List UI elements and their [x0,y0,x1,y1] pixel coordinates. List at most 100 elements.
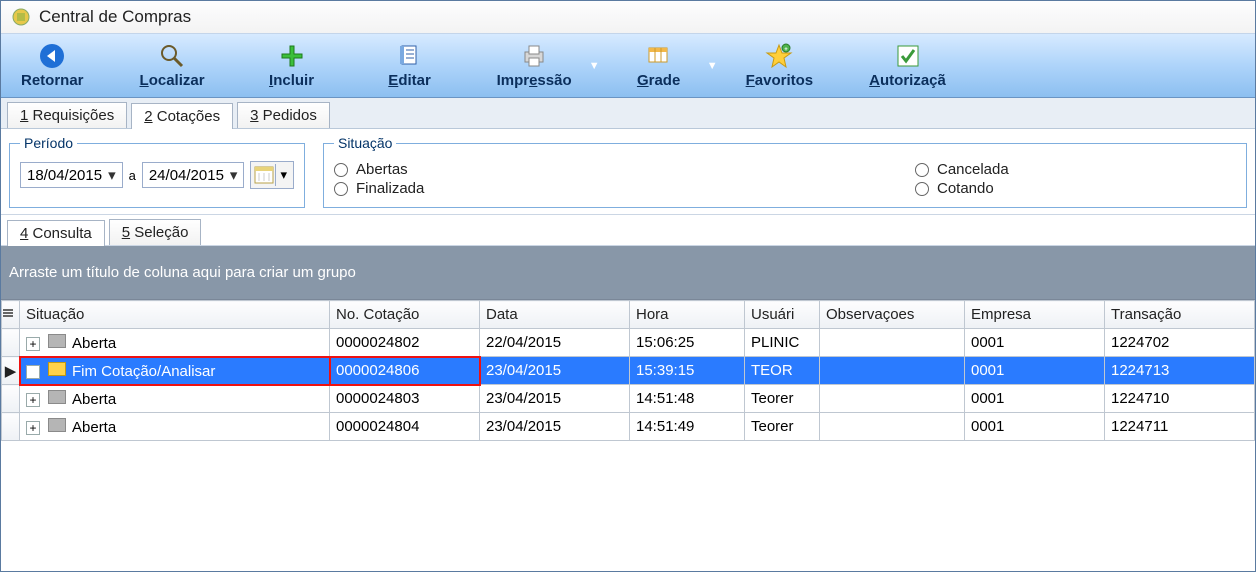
group-drop-area[interactable]: Arraste um título de coluna aqui para cr… [1,246,1255,300]
plus-icon [278,42,306,70]
radio-cancelada-label: Cancelada [937,161,1009,178]
incluir-button[interactable]: Incluir [247,38,337,93]
radio-finalizada[interactable]: Finalizada [334,180,655,197]
cell-transacao: 1224710 [1105,385,1255,413]
cell-hora: 15:39:15 [630,357,745,385]
row-indicator [2,385,20,413]
main-toolbar: Retornar Localizar Incluir Editar Impres… [1,33,1255,98]
date-to-input[interactable]: 24/04/2015 ▾ [142,162,245,188]
cell-empresa: 0001 [965,329,1105,357]
cell-transacao: 1224713 [1105,357,1255,385]
cell-no: 0000024804 [330,413,480,441]
cell-usuario: TEOR [745,357,820,385]
autorizacao-button[interactable]: Autorizaçã [855,38,960,93]
row-indicator [2,413,20,441]
expand-icon[interactable]: + [26,393,40,407]
autorizacao-label: Autorizaçã [869,72,946,89]
date-from-input[interactable]: 18/04/2015 ▾ [20,162,123,188]
cell-usuario: PLINIC [745,329,820,357]
table-row[interactable]: +Aberta000002480222/04/201515:06:25PLINI… [2,329,1255,357]
grid-icon [645,42,673,70]
editar-label: Editar [388,72,431,89]
group-hint-text: Arraste um título de coluna aqui para cr… [9,264,356,281]
dropdown-caret-icon[interactable]: ▾ [230,166,238,184]
dropdown-caret-icon[interactable]: ▼ [707,60,718,72]
tab-cotacoes[interactable]: 2 Cotações [131,103,233,129]
svg-text:+: + [785,47,789,53]
cell-data: 23/04/2015 [480,357,630,385]
cell-obs [820,357,965,385]
table-row[interactable]: ▶+Fim Cotação/Analisar000002480623/04/20… [2,357,1255,385]
situacao-fieldset: Situação Abertas Cancelada Finalizada Co… [323,135,1247,208]
table-row[interactable]: +Aberta000002480323/04/201514:51:48Teore… [2,385,1255,413]
radio-abertas[interactable]: Abertas [334,161,655,178]
dropdown-caret-icon[interactable]: ▼ [589,60,600,72]
retornar-button[interactable]: Retornar [7,38,98,93]
col-hora[interactable]: Hora [630,301,745,329]
folder-icon [48,418,66,432]
expand-icon[interactable]: + [26,337,40,351]
cell-hora: 14:51:48 [630,385,745,413]
grade-label: Grade [637,72,680,89]
radio-icon [334,182,348,196]
cell-hora: 15:06:25 [630,329,745,357]
radio-icon [915,182,929,196]
col-usuario[interactable]: Usuári [745,301,820,329]
cell-situacao: + Aberta [20,413,330,441]
tab-consulta[interactable]: 4 Consulta [7,220,105,246]
radio-icon [334,163,348,177]
cell-empresa: 0001 [965,357,1105,385]
tab-pedidos[interactable]: 3 Pedidos [237,102,330,128]
cell-empresa: 0001 [965,413,1105,441]
grid-header-row: Situação No. Cotação Data Hora Usuári Ob… [2,301,1255,329]
col-obs[interactable]: Observaçoes [820,301,965,329]
incluir-label: Incluir [269,72,314,89]
cell-situacao: +Aberta [20,329,330,357]
col-situacao[interactable]: Situação [20,301,330,329]
radio-cotando-label: Cotando [937,180,994,197]
tab-requisicoes[interactable]: 1 Requisições [7,102,127,128]
cell-transacao: 1224711 [1105,413,1255,441]
back-arrow-icon [38,42,66,70]
situacao-text: Fim Cotação/Analisar [72,363,215,380]
cell-hora: 14:51:49 [630,413,745,441]
impressao-button[interactable]: Impressão ▼ [483,38,586,93]
radio-cancelada[interactable]: Cancelada [915,161,1236,178]
favoritos-label: Favoritos [746,72,814,89]
main-tabs: 1 Requisições 2 Cotações 3 Pedidos [1,98,1255,128]
col-transacao[interactable]: Transação [1105,301,1255,329]
col-data[interactable]: Data [480,301,630,329]
sub-tabs: 4 Consulta 5 Seleção [1,214,1255,246]
col-no[interactable]: No. Cotação [330,301,480,329]
dropdown-caret-icon[interactable]: ▾ [108,166,116,184]
situacao-text: Aberta [72,419,116,436]
impressao-label: Impressão [497,72,572,89]
cell-obs [820,413,965,441]
tab-selecao[interactable]: 5 Seleção [109,219,202,245]
editar-button[interactable]: Editar [365,38,455,93]
retornar-label: Retornar [21,72,84,89]
localizar-button[interactable]: Localizar [126,38,219,93]
calendar-icon [253,164,275,186]
cell-no: 0000024806 [330,357,480,385]
check-icon [894,42,922,70]
edit-icon [396,42,424,70]
radio-cotando[interactable]: Cotando [915,180,1236,197]
calendar-button[interactable]: ▾ [250,161,294,189]
cell-data: 22/04/2015 [480,329,630,357]
date-from-value: 18/04/2015 [27,167,102,184]
date-to-value: 24/04/2015 [149,167,224,184]
cell-obs [820,329,965,357]
cell-no: 0000024802 [330,329,480,357]
expand-icon[interactable]: + [26,421,40,435]
table-row[interactable]: +Aberta000002480423/04/201514:51:49Teore… [2,413,1255,441]
results-grid: Situação No. Cotação Data Hora Usuári Ob… [1,300,1255,441]
expand-icon[interactable]: + [26,365,40,379]
cell-data: 23/04/2015 [480,413,630,441]
col-empresa[interactable]: Empresa [965,301,1105,329]
grade-button[interactable]: Grade ▼ [614,38,704,93]
favoritos-button[interactable]: + Favoritos [732,38,828,93]
cell-data: 23/04/2015 [480,385,630,413]
column-selector[interactable] [2,301,20,329]
dropdown-caret-icon[interactable]: ▾ [275,164,291,186]
